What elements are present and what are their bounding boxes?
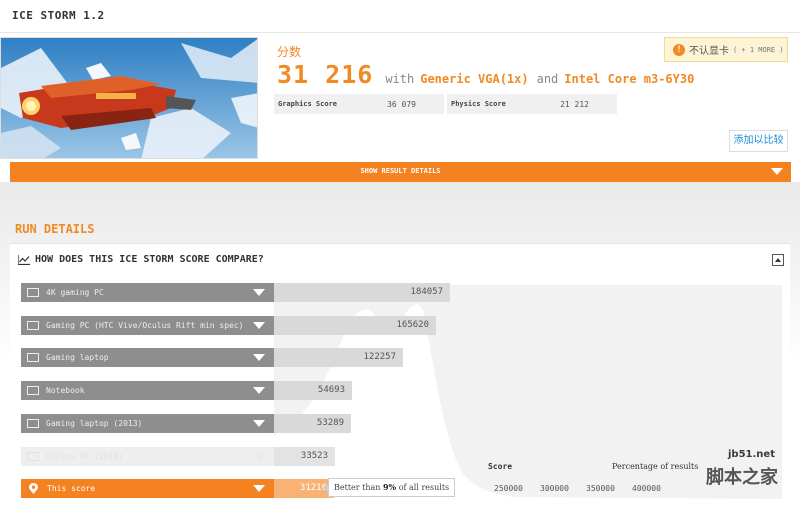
axis-tick: 350000	[586, 484, 615, 493]
score-bar: 122257	[274, 348, 403, 367]
chevron-down-icon	[253, 289, 265, 296]
warning-button[interactable]: ! 不认显卡 ( + 1 MORE )	[664, 37, 788, 62]
watermark-text: 脚本之家	[706, 467, 778, 488]
graphics-score-value: 36 079	[387, 99, 416, 109]
app-title: ICE STORM 1.2	[12, 9, 105, 22]
axis-title-score: Score	[488, 462, 513, 471]
run-details-heading: RUN DETAILS	[15, 222, 95, 236]
callout-percent: 9%	[382, 482, 397, 492]
category-label: Gaming laptop (2013)	[46, 419, 143, 428]
axis-tick: 300000	[540, 484, 569, 493]
category-label: Gaming PC (HTC Vive/Oculus Rift min spec…	[46, 321, 244, 330]
graphics-score: Graphics Score 36 079	[274, 94, 444, 114]
monitor-icon	[27, 452, 39, 461]
compare-title: HOW DOES THIS ICE STORM SCORE COMPARE?	[35, 254, 264, 265]
chevron-down-icon	[771, 168, 783, 175]
sub-scores: Graphics Score 36 079 Physics Score 21 2…	[274, 94, 620, 114]
monitor-icon	[27, 288, 39, 297]
better-than-callout: Better than 9% of all results	[321, 478, 456, 497]
category-dropdown[interactable]: Gaming laptop	[21, 348, 274, 367]
category-dropdown[interactable]: This score	[21, 479, 274, 498]
line-chart-icon	[18, 254, 30, 265]
chevron-down-icon	[253, 322, 265, 329]
top-bar: ICE STORM 1.2	[0, 0, 800, 33]
total-score: 31 216	[277, 60, 374, 89]
category-dropdown[interactable]: Gaming laptop (2013)	[21, 414, 274, 433]
axis-tick: 400000	[632, 484, 661, 493]
score-bar: 165620	[274, 316, 436, 335]
axis-title-percentage: Percentage of results	[612, 462, 699, 471]
physics-score: Physics Score 21 212	[447, 94, 617, 114]
warning-label: 不认显卡	[689, 46, 729, 57]
category-dropdown[interactable]: 4K gaming PC	[21, 283, 274, 302]
chevron-down-icon	[253, 420, 265, 427]
result-header: 分数 31 216 with Generic VGA(1x) and Intel…	[0, 33, 800, 163]
score-label: 分数	[277, 45, 302, 59]
watermark-url: jb51.net	[728, 449, 775, 460]
category-label: Notebook	[46, 386, 85, 395]
compare-header: HOW DOES THIS ICE STORM SCORE COMPARE?	[18, 254, 264, 265]
category-label: 4K gaming PC	[46, 288, 104, 297]
show-result-details-button[interactable]: SHOW RESULT DETAILS	[10, 162, 791, 182]
add-to-compare-button[interactable]: 添加以比较	[729, 130, 788, 152]
score-bar: 54693	[274, 381, 352, 400]
category-dropdown[interactable]: Notebook	[21, 381, 274, 400]
benchmark-thumbnail	[0, 37, 258, 159]
gpu-name[interactable]: Generic VGA(1x)	[420, 72, 528, 86]
chevron-down-icon	[253, 354, 265, 361]
cpu-name[interactable]: Intel Core m3-6Y30	[564, 72, 694, 86]
laptop-icon	[27, 386, 39, 395]
callout-prefix: Better than	[334, 483, 383, 492]
laptop-icon	[27, 353, 39, 362]
score-bar: 53289	[274, 414, 351, 433]
category-dropdown[interactable]: Gaming PC (HTC Vive/Oculus Rift min spec…	[21, 316, 274, 335]
spaceship-image	[1, 38, 257, 158]
physics-score-value: 21 212	[560, 99, 589, 109]
callout-suffix: of all results	[396, 483, 450, 492]
category-label: Office PC (2013)	[46, 452, 124, 461]
chevron-down-icon	[253, 485, 265, 492]
physics-score-label: Physics Score	[451, 100, 506, 108]
chevron-down-icon	[253, 387, 265, 394]
axis-tick: 250000	[494, 484, 523, 493]
show-result-details-label: SHOW RESULT DETAILS	[360, 167, 441, 175]
monitor-icon	[27, 321, 39, 330]
pin-icon	[29, 483, 38, 494]
and-text: and	[536, 72, 559, 86]
laptop-icon	[27, 419, 39, 428]
score-bar: 33523	[274, 447, 335, 466]
category-label: Gaming laptop	[46, 353, 109, 362]
score-summary: 分数 31 216 with Generic VGA(1x) and Intel…	[277, 43, 694, 89]
chevron-down-icon	[253, 453, 265, 460]
score-bar: 184057	[274, 283, 450, 302]
category-label: This score	[47, 484, 96, 493]
warning-more: ( + 1 MORE )	[733, 45, 784, 54]
collapse-icon[interactable]	[772, 254, 784, 266]
with-text: with	[385, 72, 415, 86]
graphics-score-label: Graphics Score	[278, 100, 338, 108]
category-dropdown[interactable]: Office PC (2013)	[21, 447, 274, 466]
exclamation-icon: !	[673, 43, 685, 56]
